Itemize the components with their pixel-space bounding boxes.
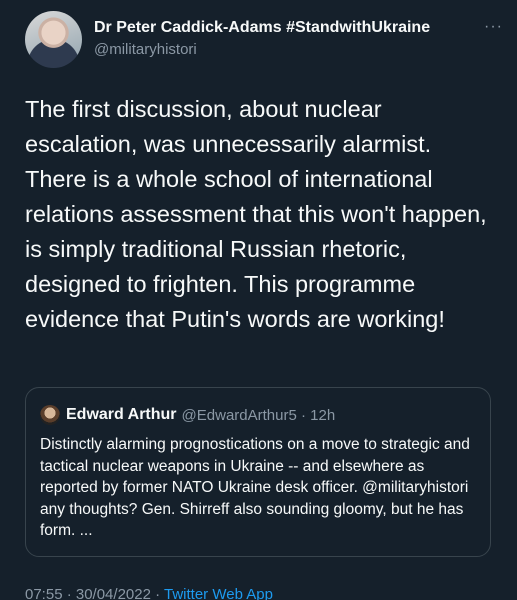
tweet-text: The first discussion, about nuclear esca… bbox=[25, 96, 487, 332]
tweet-header: Dr Peter Caddick-Adams #StandwithUkraine… bbox=[25, 8, 503, 70]
quoted-author-avatar bbox=[40, 405, 60, 425]
author-names: Dr Peter Caddick-Adams #StandwithUkraine… bbox=[94, 18, 503, 60]
quoted-tweet-text: Distinctly alarming prognostications on … bbox=[40, 436, 470, 539]
more-options-icon[interactable]: ··· bbox=[484, 18, 503, 36]
author-handle[interactable]: @militaryhistori bbox=[94, 40, 503, 60]
author-display-name[interactable]: Dr Peter Caddick-Adams #StandwithUkraine bbox=[94, 18, 503, 38]
quoted-author-handle-time: @EdwardArthur5 · 12h bbox=[181, 406, 336, 424]
quoted-author-name: Edward Arthur bbox=[66, 406, 177, 423]
quoted-tweet[interactable]: Edward Arthur @EdwardArthur5 · 12h Disti… bbox=[25, 387, 491, 557]
author-avatar[interactable] bbox=[25, 10, 82, 68]
tweet: Dr Peter Caddick-Adams #StandwithUkraine… bbox=[0, 0, 517, 600]
quoted-tweet-header: Edward Arthur @EdwardArthur5 · 12h bbox=[40, 402, 476, 428]
tweet-source-link[interactable]: Twitter Web App bbox=[164, 586, 273, 600]
tweet-timestamp[interactable]: 07:55 · 30/04/2022 · bbox=[25, 586, 164, 600]
tweet-footer: 07:55 · 30/04/2022 · Twitter Web App bbox=[25, 586, 273, 600]
